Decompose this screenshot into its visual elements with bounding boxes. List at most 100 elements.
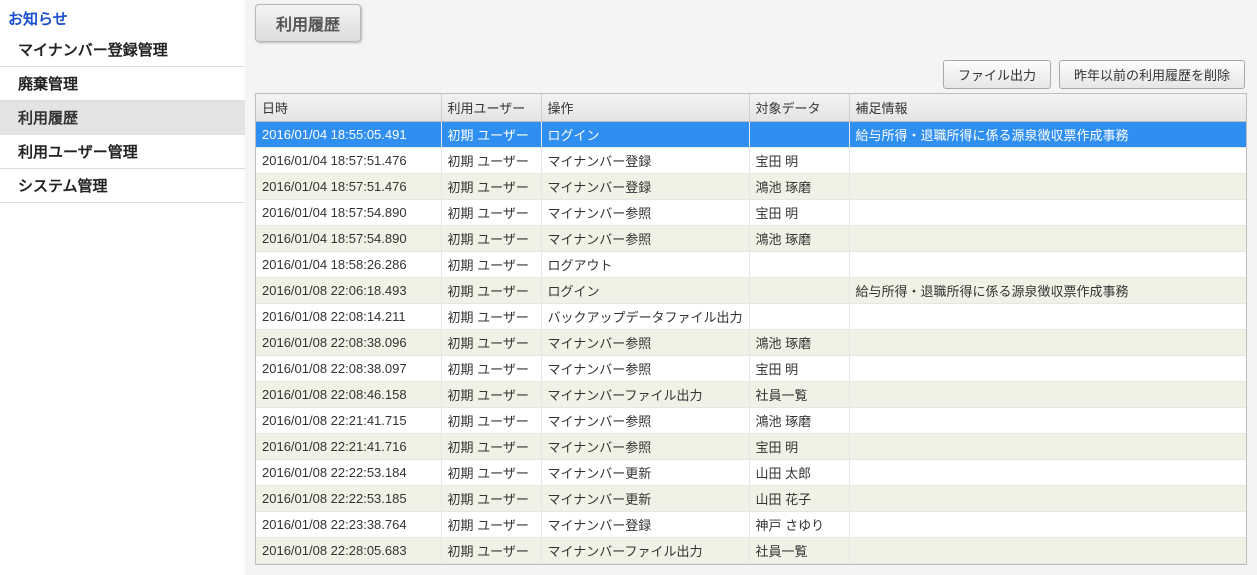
table-row[interactable]: 2016/01/04 18:57:51.476初期 ユーザーマイナンバー登録鴻池…: [256, 174, 1246, 200]
table-row[interactable]: 2016/01/04 18:58:26.286初期 ユーザーログアウト: [256, 252, 1246, 278]
cell-user: 初期 ユーザー: [441, 356, 541, 382]
table-row[interactable]: 2016/01/04 18:57:51.476初期 ユーザーマイナンバー登録宝田…: [256, 148, 1246, 174]
cell-datetime: 2016/01/08 22:06:18.493: [256, 278, 441, 304]
cell-target: 神戸 さゆり: [749, 512, 849, 538]
cell-remark: [849, 174, 1246, 200]
table-row[interactable]: 2016/01/08 22:08:46.158初期 ユーザーマイナンバーファイル…: [256, 382, 1246, 408]
cell-target: [749, 304, 849, 330]
cell-remark: [849, 382, 1246, 408]
cell-datetime: 2016/01/04 18:58:26.286: [256, 252, 441, 278]
cell-operation: マイナンバー参照: [541, 330, 749, 356]
col-header-user[interactable]: 利用ユーザー: [441, 94, 541, 122]
cell-remark: [849, 460, 1246, 486]
cell-target: 鴻池 琢磨: [749, 408, 849, 434]
col-header-remark[interactable]: 補足情報: [849, 94, 1246, 122]
table-row[interactable]: 2016/01/08 22:22:53.185初期 ユーザーマイナンバー更新山田…: [256, 486, 1246, 512]
table-row[interactable]: 2016/01/08 22:21:41.715初期 ユーザーマイナンバー参照鴻池…: [256, 408, 1246, 434]
history-table-wrap: 日時 利用ユーザー 操作 対象データ 補足情報 2016/01/04 18:55…: [255, 93, 1247, 565]
cell-target: [749, 252, 849, 278]
cell-target: 鴻池 琢磨: [749, 226, 849, 252]
cell-remark: 給与所得・退職所得に係る源泉徴収票作成事務: [849, 122, 1246, 148]
sidebar-item[interactable]: 利用ユーザー管理: [0, 135, 245, 169]
sidebar-nav: マイナンバー登録管理廃棄管理利用履歴利用ユーザー管理システム管理: [0, 33, 245, 203]
cell-user: 初期 ユーザー: [441, 434, 541, 460]
cell-datetime: 2016/01/08 22:08:46.158: [256, 382, 441, 408]
sidebar-item[interactable]: システム管理: [0, 169, 245, 203]
delete-old-history-button[interactable]: 昨年以前の利用履歴を削除: [1059, 60, 1245, 89]
cell-datetime: 2016/01/08 22:22:53.184: [256, 460, 441, 486]
cell-user: 初期 ユーザー: [441, 486, 541, 512]
cell-remark: [849, 148, 1246, 174]
cell-operation: ログイン: [541, 278, 749, 304]
table-row[interactable]: 2016/01/08 22:21:41.716初期 ユーザーマイナンバー参照宝田…: [256, 434, 1246, 460]
cell-operation: マイナンバーファイル出力: [541, 382, 749, 408]
cell-remark: [849, 304, 1246, 330]
cell-target: 宝田 明: [749, 200, 849, 226]
cell-user: 初期 ユーザー: [441, 200, 541, 226]
cell-user: 初期 ユーザー: [441, 122, 541, 148]
cell-user: 初期 ユーザー: [441, 148, 541, 174]
table-row[interactable]: 2016/01/08 22:08:38.096初期 ユーザーマイナンバー参照鴻池…: [256, 330, 1246, 356]
table-row[interactable]: 2016/01/08 22:23:38.764初期 ユーザーマイナンバー登録神戸…: [256, 512, 1246, 538]
table-row[interactable]: 2016/01/04 18:57:54.890初期 ユーザーマイナンバー参照宝田…: [256, 200, 1246, 226]
cell-target: 鴻池 琢磨: [749, 174, 849, 200]
table-row[interactable]: 2016/01/08 22:22:53.184初期 ユーザーマイナンバー更新山田…: [256, 460, 1246, 486]
cell-target: 宝田 明: [749, 148, 849, 174]
cell-remark: [849, 252, 1246, 278]
sidebar: お知らせ マイナンバー登録管理廃棄管理利用履歴利用ユーザー管理システム管理: [0, 0, 245, 575]
cell-operation: マイナンバーファイル出力: [541, 538, 749, 564]
cell-remark: [849, 538, 1246, 564]
cell-datetime: 2016/01/08 22:21:41.715: [256, 408, 441, 434]
table-row[interactable]: 2016/01/08 22:06:18.493初期 ユーザーログイン給与所得・退…: [256, 278, 1246, 304]
cell-remark: [849, 486, 1246, 512]
cell-datetime: 2016/01/04 18:57:51.476: [256, 174, 441, 200]
cell-datetime: 2016/01/08 22:08:38.097: [256, 356, 441, 382]
cell-target: [749, 122, 849, 148]
cell-remark: [849, 356, 1246, 382]
cell-datetime: 2016/01/04 18:57:54.890: [256, 200, 441, 226]
cell-operation: バックアップデータファイル出力: [541, 304, 749, 330]
table-row[interactable]: 2016/01/08 22:08:38.097初期 ユーザーマイナンバー参照宝田…: [256, 356, 1246, 382]
cell-operation: マイナンバー参照: [541, 408, 749, 434]
cell-datetime: 2016/01/04 18:55:05.491: [256, 122, 441, 148]
cell-operation: マイナンバー参照: [541, 226, 749, 252]
cell-datetime: 2016/01/08 22:23:38.764: [256, 512, 441, 538]
cell-target: 山田 太郎: [749, 460, 849, 486]
cell-user: 初期 ユーザー: [441, 460, 541, 486]
cell-operation: マイナンバー登録: [541, 174, 749, 200]
cell-datetime: 2016/01/04 18:57:51.476: [256, 148, 441, 174]
col-header-datetime[interactable]: 日時: [256, 94, 441, 122]
table-row[interactable]: 2016/01/04 18:57:54.890初期 ユーザーマイナンバー参照鴻池…: [256, 226, 1246, 252]
cell-user: 初期 ユーザー: [441, 226, 541, 252]
sidebar-item[interactable]: 廃棄管理: [0, 67, 245, 101]
cell-operation: マイナンバー更新: [541, 460, 749, 486]
cell-remark: [849, 434, 1246, 460]
cell-user: 初期 ユーザー: [441, 408, 541, 434]
table-row[interactable]: 2016/01/08 22:28:05.683初期 ユーザーマイナンバーファイル…: [256, 538, 1246, 564]
cell-operation: マイナンバー登録: [541, 148, 749, 174]
main-content: 利用履歴 ファイル出力 昨年以前の利用履歴を削除 日時 利用ユーザー 操作 対象…: [245, 0, 1257, 575]
sidebar-item[interactable]: マイナンバー登録管理: [0, 33, 245, 67]
cell-target: 社員一覧: [749, 538, 849, 564]
cell-user: 初期 ユーザー: [441, 304, 541, 330]
col-header-target[interactable]: 対象データ: [749, 94, 849, 122]
cell-datetime: 2016/01/04 18:57:54.890: [256, 226, 441, 252]
export-button[interactable]: ファイル出力: [943, 60, 1051, 89]
cell-remark: [849, 512, 1246, 538]
cell-remark: [849, 408, 1246, 434]
cell-operation: マイナンバー参照: [541, 200, 749, 226]
toolbar: ファイル出力 昨年以前の利用履歴を削除: [255, 60, 1247, 89]
cell-user: 初期 ユーザー: [441, 174, 541, 200]
table-row[interactable]: 2016/01/08 22:08:14.211初期 ユーザーバックアップデータフ…: [256, 304, 1246, 330]
cell-datetime: 2016/01/08 22:08:38.096: [256, 330, 441, 356]
history-table: 日時 利用ユーザー 操作 対象データ 補足情報 2016/01/04 18:55…: [256, 94, 1246, 564]
cell-user: 初期 ユーザー: [441, 330, 541, 356]
cell-target: [749, 278, 849, 304]
col-header-operation[interactable]: 操作: [541, 94, 749, 122]
cell-target: 宝田 明: [749, 434, 849, 460]
cell-target: 山田 花子: [749, 486, 849, 512]
cell-operation: ログアウト: [541, 252, 749, 278]
table-row[interactable]: 2016/01/04 18:55:05.491初期 ユーザーログイン給与所得・退…: [256, 122, 1246, 148]
cell-operation: マイナンバー登録: [541, 512, 749, 538]
sidebar-item[interactable]: 利用履歴: [0, 101, 245, 135]
